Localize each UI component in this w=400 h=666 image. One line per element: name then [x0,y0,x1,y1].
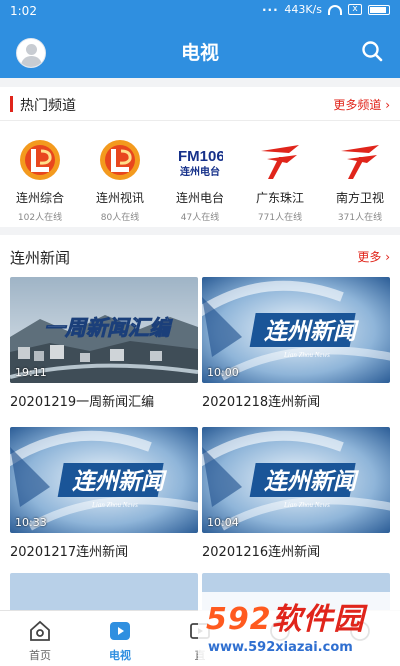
guangdong-tv-logo-icon [341,145,379,179]
channel-viewers: 371人在线 [337,213,383,223]
channel-viewers: 47人在线 [180,213,220,223]
guangdong-tv-logo-icon [261,145,299,179]
watermark: 592软件园 www.592xiazai.com [198,592,400,666]
lianzhou-logo-icon [100,140,140,180]
video-duration: 19:11 [15,366,47,379]
news-title: 连州新闻 [10,249,71,267]
news-card[interactable]: 连州新闻 Lian Zhou News 10:00 20201218连州新闻 [202,277,390,417]
search-icon[interactable] [360,39,384,63]
thumbnail-overlay-text: 连州新闻 [264,469,360,495]
thumbnail-overlay-subtext: Lian Zhou News [91,501,138,509]
channel-viewers: 80人在线 [100,213,140,223]
lianzhou-logo-icon [20,140,60,180]
thumbnail-overlay-subtext: Lian Zhou News [283,351,330,359]
tab-label: 电视 [109,649,131,662]
news-header: 连州新闻 更多 › [0,235,400,275]
news-card-title: 20201219一周新闻汇编 [10,395,155,410]
news-card-title: 20201217连州新闻 [10,545,129,560]
channel-item[interactable]: 广东珠江 771人在线 [240,131,320,223]
thumbnail-overlay-subtext: Lian Zhou News [283,501,330,509]
battery-icon [368,4,390,15]
status-bar: 1:02 ··· 443K/s x [0,0,400,24]
network-speed: 443K/s [284,3,322,16]
tab-label: 首页 [29,649,51,662]
channel-name: 连州综合 [15,191,64,205]
thumbnail-overlay-text: 连州新闻 [72,469,168,495]
channel-list: 连州综合 102人在线 连州视讯 80人在线 FM106 连州电台 连州电台 4… [0,131,400,223]
channel-name: 广东珠江 [255,191,304,205]
section-title: 热门频道 [20,98,76,114]
more-channels-link[interactable]: 更多频道 › [333,96,390,113]
channel-name: 连州视讯 [95,191,144,205]
video-duration: 10:33 [15,516,47,529]
status-time: 1:02 [10,4,37,18]
news-card[interactable]: 连州新闻 Lian Zhou News 10:33 20201217连州新闻 [10,427,198,567]
video-thumbnail[interactable]: 连州新闻 Lian Zhou News 10:00 [202,277,390,383]
channel-item[interactable]: 南方卫视 371人在线 [320,131,400,223]
channel-item[interactable]: 连州综合 102人在线 [0,131,80,223]
home-icon [30,620,50,641]
tab-home[interactable]: 首页 [0,611,80,666]
news-section: 连州新闻 更多 › 一周新闻汇编 19:11 20201219一周新闻汇编 连州… [0,235,400,610]
wifi-icon [328,4,342,15]
notification-icon: x [348,4,362,15]
video-thumbnail[interactable]: 连州新闻 Lian Zhou News 10:33 [10,427,198,533]
thumbnail-overlay-text: 一周新闻汇编 [44,316,173,340]
app-header: 电视 [0,24,400,78]
channel-item[interactable]: 连州视讯 80人在线 [80,131,160,223]
tab-tv[interactable]: 电视 [80,611,160,666]
more-news-link[interactable]: 更多 › [357,248,390,265]
video-duration: 10:00 [207,366,239,379]
channel-item[interactable]: FM106 连州电台 连州电台 47人在线 [160,131,240,223]
channel-name: 南方卫视 [335,191,384,205]
status-icons: 443K/s x [284,3,390,16]
hot-channels-section: 热门频道 更多频道 › 连州综合 102人在线 连州视讯 80人在线 FM106… [0,87,400,227]
watermark-url: www.592xiazai.com [208,640,353,655]
fm106-logo-icon: FM106 连州电台 [178,148,223,178]
video-thumbnail[interactable]: 连州新闻 Lian Zhou News 10:04 [202,427,390,533]
news-card-title: 20201218连州新闻 [202,395,321,410]
watermark-logo: 592软件园 [206,602,365,637]
video-thumbnail[interactable] [10,573,198,610]
thumbnail-overlay-text: 连州新闻 [264,319,360,345]
page-title: 电视 [180,42,219,64]
news-card-title: 20201216连州新闻 [202,545,321,560]
fm-logo-sub: 连州电台 [180,165,220,178]
fm-logo-main: FM106 [178,148,223,165]
news-card[interactable]: 连州新闻 Lian Zhou News 10:04 20201216连州新闻 [202,427,390,567]
tv-play-icon [110,622,130,640]
channel-name: 连州电台 [175,191,224,205]
news-card[interactable] [10,573,198,610]
status-dots: ··· [262,3,279,17]
video-duration: 10:04 [207,516,239,529]
news-card[interactable]: 一周新闻汇编 19:11 20201219一周新闻汇编 [10,277,198,417]
section-marker [10,96,13,112]
section-header: 热门频道 更多频道 › [0,87,400,121]
channel-viewers: 771人在线 [257,213,303,223]
video-thumbnail[interactable]: 一周新闻汇编 19:11 [10,277,198,383]
channel-viewers: 102人在线 [17,213,63,223]
